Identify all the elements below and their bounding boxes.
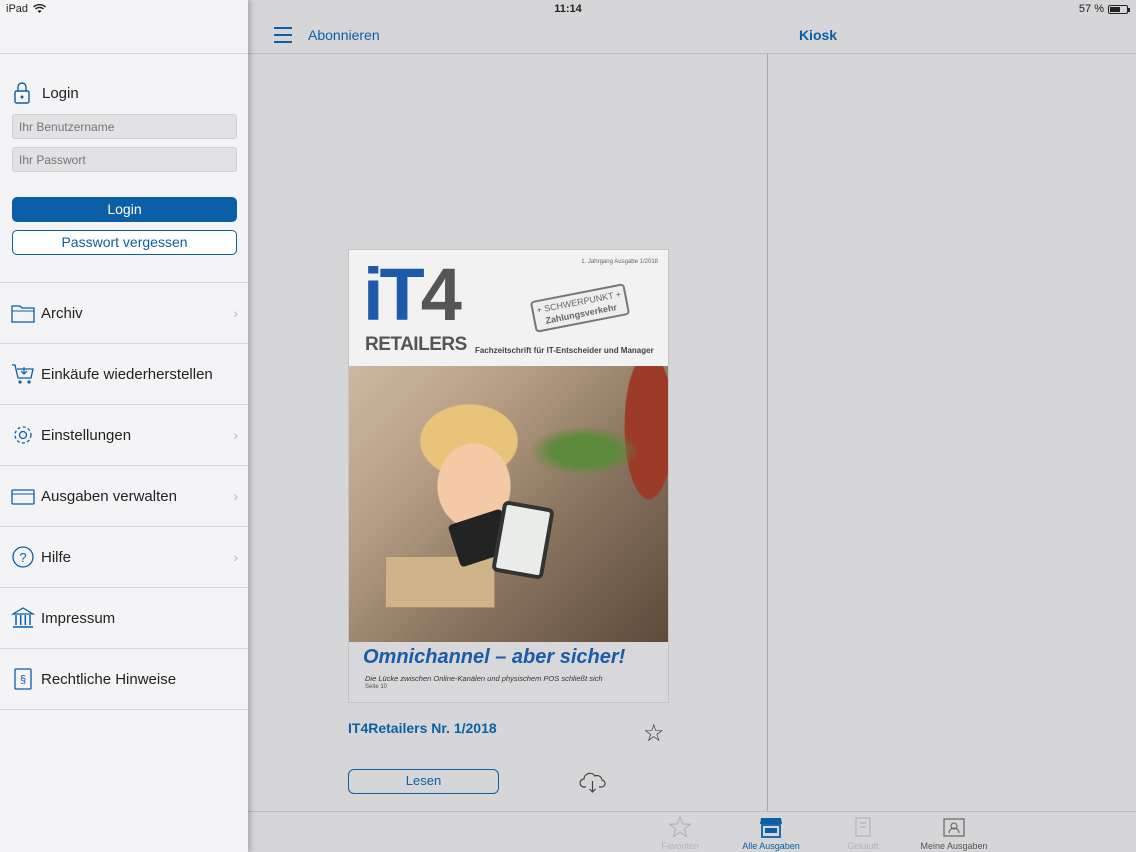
username-field[interactable] xyxy=(12,114,237,139)
lock-icon xyxy=(14,82,30,104)
navigation-bar: Abonnieren Kiosk xyxy=(248,18,1136,54)
sidebar-item-archiv[interactable]: Archiv › xyxy=(0,283,248,344)
tab-bar: Favoriten Alle Ausgaben Gekauft Meine Au… xyxy=(248,811,1136,852)
login-button[interactable]: Login xyxy=(12,197,237,222)
tab-purchased[interactable]: Gekauft xyxy=(823,814,903,851)
menu-icon[interactable] xyxy=(274,27,292,43)
page-title: Kiosk xyxy=(798,27,838,43)
battery-icon xyxy=(1108,4,1130,14)
folder-icon xyxy=(11,301,35,325)
chevron-right-icon: › xyxy=(233,488,238,504)
gear-icon xyxy=(11,423,35,447)
sidebar-item-label: Impressum xyxy=(41,609,116,627)
svg-text:§: § xyxy=(20,674,26,686)
cloud-download-icon[interactable] xyxy=(579,770,607,794)
clock: 11:14 xyxy=(554,3,582,15)
status-bar: iPad 11:14 57 % xyxy=(0,0,1136,18)
purchased-icon xyxy=(855,817,871,837)
cover-issue-meta: 1. Jahrgang Ausgabe 1/2018 xyxy=(581,259,658,265)
chevron-right-icon: › xyxy=(233,305,238,321)
sidebar-menu: Archiv › Einkäufe wiederherstellen Einst… xyxy=(0,282,248,710)
subscribe-link[interactable]: Abonnieren xyxy=(308,27,380,43)
read-button[interactable]: Lesen xyxy=(348,769,499,794)
cover-tagline: Fachzeitschrift für IT-Entscheider und M… xyxy=(475,346,654,355)
cover-banner: Omnichannel – aber sicher! Die Lücke zwi… xyxy=(349,642,668,702)
sidebar: Login Login Passwort vergessen Archiv › … xyxy=(0,0,248,852)
cart-icon xyxy=(11,362,35,386)
star-icon xyxy=(668,815,692,838)
sidebar-item-label: Ausgaben verwalten xyxy=(41,487,177,505)
sidebar-item-imprint[interactable]: Impressum xyxy=(0,588,248,649)
sidebar-item-legal[interactable]: § Rechtliche Hinweise xyxy=(0,649,248,710)
cover-headline: Omnichannel – aber sicher! xyxy=(363,646,626,668)
battery-percent: 57 % xyxy=(1078,3,1104,15)
forgot-password-button[interactable]: Passwort vergessen xyxy=(12,230,237,255)
cover-page-ref: Seite 10 xyxy=(365,684,388,690)
sidebar-item-label: Archiv xyxy=(41,304,83,322)
sidebar-item-label: Einstellungen xyxy=(41,426,132,444)
tab-favorites[interactable]: Favoriten xyxy=(640,814,720,851)
legal-icon: § xyxy=(11,667,35,691)
sidebar-item-settings[interactable]: Einstellungen › xyxy=(0,405,248,466)
favorite-star-icon[interactable]: ☆ xyxy=(643,722,665,746)
chevron-right-icon: › xyxy=(233,549,238,565)
tab-all-issues[interactable]: Alle Ausgaben xyxy=(731,814,811,851)
my-issues-icon xyxy=(943,818,965,837)
help-icon: ? xyxy=(11,545,35,569)
cover-stamp: + SCHWERPUNKT + Zahlungsverkehr xyxy=(529,283,631,333)
tab-my-issues[interactable]: Meine Ausgaben xyxy=(914,814,994,851)
cover-photo xyxy=(349,366,668,642)
chevron-right-icon: › xyxy=(233,427,238,443)
sidebar-item-label: Einkäufe wiederherstellen xyxy=(41,365,213,383)
bank-icon xyxy=(11,606,35,630)
issue-cover[interactable]: iT4 RETAILERS 1. Jahrgang Ausgabe 1/2018… xyxy=(348,249,669,703)
sidebar-item-label: Hilfe xyxy=(41,548,72,566)
kiosk-icon xyxy=(760,818,782,838)
cover-masthead: iT4 RETAILERS 1. Jahrgang Ausgabe 1/2018… xyxy=(349,250,668,366)
split-divider xyxy=(767,54,768,811)
issue-title: IT4Retailers Nr. 1/2018 xyxy=(348,720,497,736)
sidebar-item-restore-purchases[interactable]: Einkäufe wiederherstellen xyxy=(0,344,248,405)
login-heading: Login xyxy=(42,84,79,102)
sidebar-item-help[interactable]: ? Hilfe › xyxy=(0,527,248,588)
sidebar-item-label: Rechtliche Hinweise xyxy=(41,670,177,688)
cover-logo-retailers: RETAILERS xyxy=(365,334,467,355)
svg-text:?: ? xyxy=(19,550,26,565)
cover-subline: Die Lücke zwischen Online-Kanälen und ph… xyxy=(365,674,603,683)
cover-logo: iT4 xyxy=(363,253,462,336)
tray-icon xyxy=(11,484,35,508)
password-field[interactable] xyxy=(12,147,237,172)
sidebar-item-manage-issues[interactable]: Ausgaben verwalten › xyxy=(0,466,248,527)
